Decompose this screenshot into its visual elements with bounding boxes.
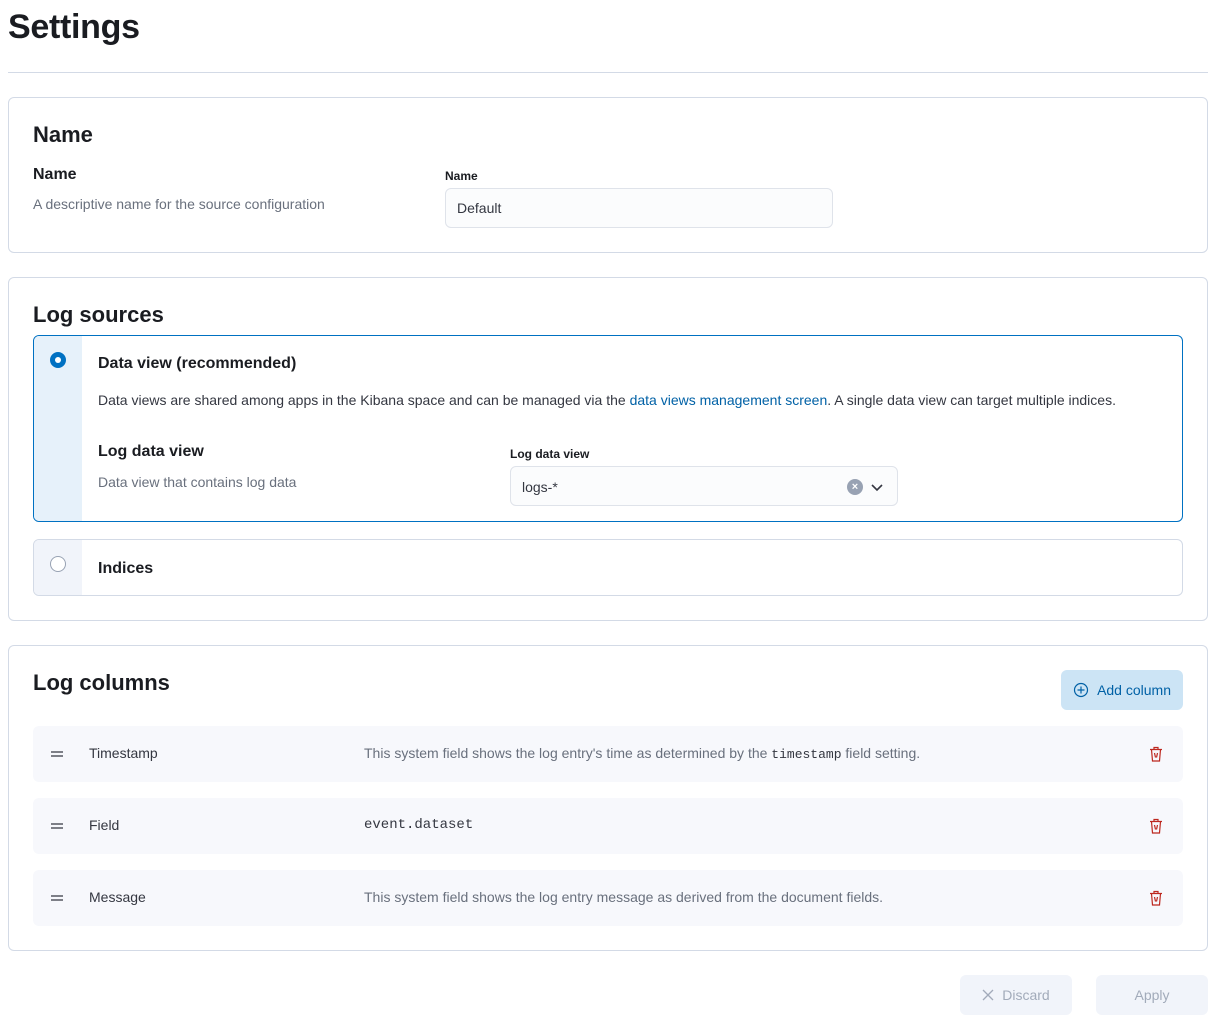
timestamp-desc-part2: field setting. (841, 745, 921, 761)
add-column-label: Add column (1097, 682, 1171, 698)
log-data-view-value: logs-* (522, 479, 558, 495)
apply-label: Apply (1134, 987, 1170, 1003)
data-view-option-card[interactable]: Data view (recommended) Data views are s… (33, 335, 1183, 522)
column-name: Timestamp (89, 745, 158, 761)
name-desc-text: A descriptive name for the source config… (33, 196, 325, 212)
name-field-label: Name (445, 169, 478, 183)
chevron-down-icon[interactable] (869, 479, 885, 495)
column-name: Field (89, 817, 120, 833)
column-row-timestamp: Timestamp This system field shows the lo… (33, 726, 1183, 782)
column-description: This system field shows the log entry's … (364, 745, 920, 762)
drag-handle-icon[interactable] (51, 820, 63, 832)
column-row-field: Field event.dataset (33, 798, 1183, 854)
column-description: This system field shows the log entry me… (364, 889, 884, 905)
data-view-option-label: Data view (recommended) (98, 355, 297, 372)
trash-icon[interactable] (1147, 817, 1165, 835)
data-view-desc-part2: . A single data view can target multiple… (827, 392, 1116, 408)
name-panel-heading: Name (33, 122, 93, 147)
title-divider (8, 72, 1208, 73)
apply-button[interactable]: Apply (1096, 975, 1208, 1015)
log-data-view-desc-text: Data view that contains log data (98, 474, 297, 490)
name-panel: Name Name A descriptive name for the sou… (8, 97, 1208, 253)
plus-circle-icon (1073, 682, 1089, 698)
log-data-view-field-label: Log data view (510, 447, 590, 461)
trash-icon[interactable] (1147, 745, 1165, 763)
log-columns-panel: Log columns Add column Timestamp This sy… (8, 645, 1208, 951)
data-view-radio[interactable] (50, 352, 66, 368)
data-view-desc-part1: Data views are shared among apps in the … (98, 392, 630, 408)
data-views-management-link[interactable]: data views management screen (630, 392, 828, 408)
column-name: Message (89, 889, 146, 905)
drag-handle-icon[interactable] (51, 892, 63, 904)
trash-icon[interactable] (1147, 889, 1165, 907)
add-column-button[interactable]: Add column (1061, 670, 1183, 710)
log-columns-heading: Log columns (33, 670, 170, 695)
discard-button[interactable]: Discard (960, 975, 1072, 1015)
timestamp-desc-code: timestamp (771, 747, 842, 762)
column-row-message: Message This system field shows the log … (33, 870, 1183, 926)
log-sources-heading: Log sources (33, 302, 164, 327)
drag-handle-icon[interactable] (51, 748, 63, 760)
name-desc-title: Name (33, 166, 77, 183)
indices-option-card[interactable]: Indices (33, 539, 1183, 596)
clear-icon[interactable]: × (847, 479, 863, 495)
discard-label: Discard (1002, 987, 1050, 1003)
name-input[interactable] (445, 188, 833, 228)
log-sources-panel: Log sources Data view (recommended) Data… (8, 277, 1208, 621)
indices-option-label: Indices (98, 560, 154, 577)
column-field-value: event.dataset (364, 817, 474, 833)
log-data-view-desc-title: Log data view (98, 443, 204, 460)
indices-radio[interactable] (50, 556, 66, 572)
data-view-option-description: Data views are shared among apps in the … (98, 392, 1158, 408)
log-data-view-combobox[interactable]: logs-* × (510, 466, 898, 506)
timestamp-desc-part1: This system field shows the log entry's … (364, 745, 772, 761)
close-icon (982, 989, 994, 1001)
page-title: Settings (8, 8, 140, 46)
